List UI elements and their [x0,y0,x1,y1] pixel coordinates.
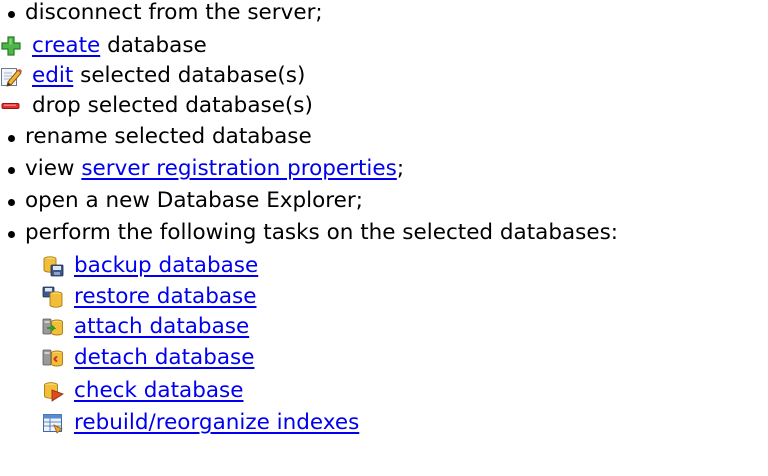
create-database-link[interactable]: create [32,31,100,61]
list-item-disconnect: disconnect from the server; [0,0,323,28]
item-text: drop selected database(s) [32,93,313,118]
list-item-create: create database [0,31,207,61]
bullet-icon [8,10,15,18]
task-rebuild: rebuild/reorganize indexes [42,408,359,438]
list-item-edit: edit selected database(s) [0,61,305,91]
bullet-icon [8,134,15,142]
edit-database-link[interactable]: edit [32,61,73,91]
plus-icon [0,35,22,57]
attach-database-icon [42,316,64,338]
rebuild-indexes-link[interactable]: rebuild/reorganize indexes [74,408,359,438]
item-text: ; [396,156,405,181]
check-database-link[interactable]: check database [74,376,243,406]
rebuild-indexes-icon [42,412,64,434]
backup-database-icon [42,255,64,277]
item-text: rename selected database [25,124,312,149]
task-attach: attach database [42,312,249,342]
restore-database-icon [42,286,64,308]
task-restore: restore database [42,282,257,312]
detach-database-icon [42,347,64,369]
list-item-perform-tasks: perform the following tasks on the selec… [0,218,618,248]
bullet-icon [8,198,15,206]
item-text: disconnect from the server; [25,0,323,25]
item-text: view [25,156,82,181]
bullet-icon [8,230,15,238]
list-item-open-explorer: open a new Database Explorer; [0,186,363,216]
backup-database-link[interactable]: backup database [74,251,258,281]
item-text: database [100,33,207,58]
minus-icon [0,95,22,117]
item-text: open a new Database Explorer; [25,188,363,213]
task-backup: backup database [42,251,258,281]
list-item-rename: rename selected database [0,122,312,152]
attach-database-link[interactable]: attach database [74,312,249,342]
server-registration-properties-link[interactable]: server registration properties [81,154,397,184]
task-check: check database [42,376,243,406]
item-text: selected database(s) [73,63,306,88]
task-detach: detach database [42,343,254,373]
list-item-drop: drop selected database(s) [0,91,313,121]
detach-database-link[interactable]: detach database [74,343,254,373]
list-item-view: view server registration properties ; [0,154,404,184]
item-text: perform the following tasks on the selec… [25,220,619,245]
restore-database-link[interactable]: restore database [74,282,257,312]
bullet-icon [8,166,15,174]
check-database-icon [42,380,64,402]
edit-pencil-icon [0,65,22,87]
